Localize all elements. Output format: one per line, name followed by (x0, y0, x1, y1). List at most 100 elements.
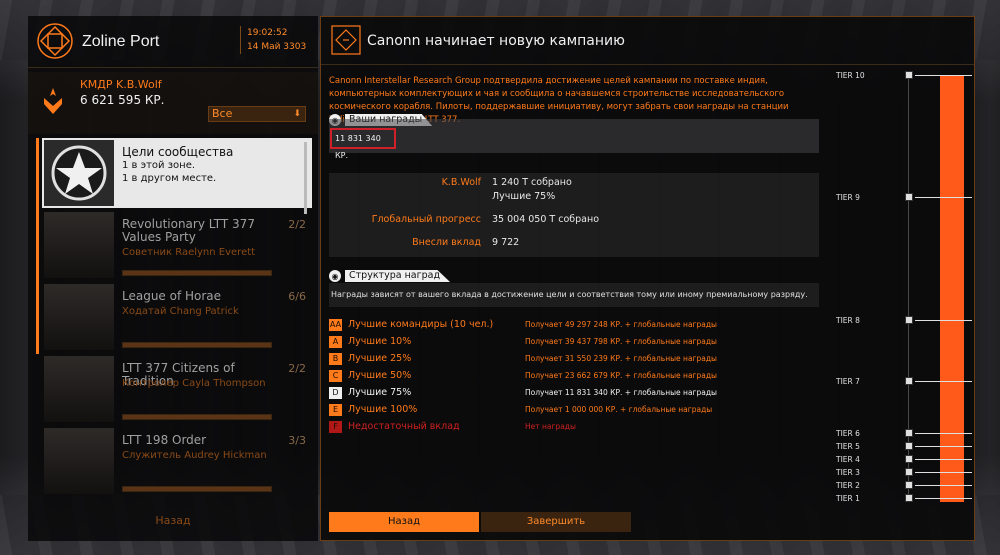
commander-name: КМДР K.B.Wolf (80, 78, 162, 91)
tier-line (915, 381, 972, 382)
tier-badge: D (329, 387, 342, 399)
tier-marker: TIER 9 (826, 193, 974, 203)
contact-portrait (44, 428, 114, 494)
goal-title: LTT 198 Order (122, 433, 207, 447)
tier-reward: Получает 49 297 248 КР. + глобальные наг… (525, 320, 717, 329)
list-accent-bar (36, 138, 39, 354)
goal-count: 3/3 (288, 434, 306, 447)
list-item[interactable]: LTT 377 Citizens of Tradition Контролер … (42, 354, 312, 424)
goal-contact: Советник Raelynn Everett (122, 247, 256, 258)
left-back-button[interactable]: Назад (28, 510, 318, 532)
tier-name: Лучшие 50% (348, 370, 412, 381)
structure-heading-label: Структура наград (345, 270, 451, 282)
station-emblem-icon (37, 23, 73, 59)
tier-label: TIER 1 (836, 494, 860, 503)
tier-badge: F (329, 421, 342, 433)
filter-dropdown[interactable]: Все ⬇ (208, 106, 306, 122)
tier-marker: TIER 1 (826, 494, 974, 504)
tier-marker: TIER 2 (826, 481, 974, 491)
tier-name: Лучшие командиры (10 чел.) (348, 319, 494, 330)
goal-progress-bar (122, 270, 272, 276)
tier-badge: A (329, 336, 342, 348)
reward-tier-row: AA Лучшие командиры (10 чел.) Получает 4… (329, 319, 819, 333)
tier-label: TIER 4 (836, 455, 860, 464)
tier-label: TIER 5 (836, 442, 860, 451)
tier-marker-icon (905, 455, 913, 463)
tier-marker: TIER 7 (826, 377, 974, 387)
tier-reward: Получает 31 550 239 КР. + глобальные наг… (525, 354, 717, 363)
list-item[interactable]: Revolutionary LTT 377 Values Party Совет… (42, 210, 312, 280)
reward-tier-row: A Лучшие 10% Получает 39 437 798 КР. + г… (329, 336, 819, 350)
tier-label: TIER 10 (836, 71, 865, 80)
goal-progress-bar (122, 486, 272, 492)
goal-title: League of Horae (122, 289, 222, 303)
filter-value: Все (212, 107, 233, 120)
tier-reward: Получает 23 662 679 КР. + глобальные наг… (525, 371, 717, 380)
tier-reward: Получает 1 000 000 КР. + глобальные нагр… (525, 405, 713, 414)
goal-count: 6/6 (288, 290, 306, 303)
campaign-header: Canonn начинает новую кампанию (321, 17, 974, 65)
list-item[interactable]: League of Horae Ходатай Chang Patrick 6/… (42, 282, 312, 352)
list-scrollbar[interactable] (304, 142, 307, 214)
campaign-diamond-icon (331, 25, 361, 55)
tier-line (915, 433, 972, 434)
tier-label: TIER 8 (836, 316, 860, 325)
campaign-title: Canonn начинает новую кампанию (367, 33, 625, 49)
tier-label: TIER 9 (836, 193, 860, 202)
tier-line (915, 446, 972, 447)
contact-portrait (44, 212, 114, 278)
back-button[interactable]: Назад (329, 512, 479, 532)
list-item[interactable]: Цели сообщества 1 в этой зоне. 1 в друго… (42, 138, 312, 208)
commander-card: КМДР K.B.Wolf 6 621 595 КР. (28, 72, 318, 134)
tier-marker: TIER 4 (826, 455, 974, 465)
structure-description: Награды зависят от вашего вклада в дости… (329, 283, 819, 307)
tier-label: TIER 7 (836, 377, 860, 386)
goal-title: Revolutionary LTT 377 Values Party (122, 217, 255, 244)
goal-list: Цели сообщества 1 в этой зоне. 1 в друго… (36, 134, 312, 504)
star-emblem-icon (51, 145, 107, 201)
tier-label: TIER 3 (836, 468, 860, 477)
stat-value-rank: Лучшие 75% (492, 191, 556, 202)
tier-line (915, 459, 972, 460)
goal-count: 2/2 (288, 362, 306, 375)
tier-line (915, 75, 972, 76)
goal-contact: Ходатай Chang Patrick (122, 306, 239, 317)
tier-marker-icon (905, 316, 913, 324)
goal-title: Цели сообщества (122, 145, 234, 159)
tier-marker-icon (905, 468, 913, 476)
tier-label: TIER 6 (836, 429, 860, 438)
reward-value: 11 831 340 КР. (330, 128, 396, 160)
tier-reward: Получает 11 831 340 КР. + глобальные наг… (525, 388, 717, 397)
station-name: Zoline Port (82, 33, 160, 50)
goal-local-count: 1 в этой зоне. (122, 160, 196, 171)
goal-contact: Контролер Cayla Thompson (122, 378, 266, 389)
goal-thumbnail (44, 140, 114, 206)
stats-box: K.B.Wolf 1 240 Т собрано Лучшие 75% Глоб… (329, 173, 819, 257)
reward-tier-row: C Лучшие 50% Получает 23 662 679 КР. + г… (329, 370, 819, 384)
tier-line (915, 498, 972, 499)
clock: 19:02:52 14 Май 3303 (240, 26, 312, 54)
tier-marker-icon (905, 481, 913, 489)
tier-marker: TIER 5 (826, 442, 974, 452)
goal-count: 2/2 (288, 218, 306, 231)
tier-marker-icon (905, 193, 913, 201)
tier-marker: TIER 3 (826, 468, 974, 478)
rewards-box: 11 831 340 КР. (329, 119, 819, 160)
tier-marker-icon (905, 71, 913, 79)
tier-badge: AA (329, 319, 342, 331)
tier-marker: TIER 10 (826, 71, 974, 81)
tier-name: Лучшие 25% (348, 353, 412, 364)
clock-date: 14 Май 3303 (247, 42, 307, 52)
tier-marker: TIER 6 (826, 429, 974, 439)
tier-line (915, 485, 972, 486)
stat-label-contributors: Внесли вклад (412, 237, 481, 248)
left-panel: Zoline Port 19:02:52 14 Май 3303 КМДР K.… (28, 16, 318, 541)
contact-portrait (44, 356, 114, 422)
stat-label-global: Глобальный прогресс (371, 214, 481, 225)
finish-button[interactable]: Завершить (481, 512, 631, 532)
tier-name: Лучшие 75% (348, 387, 412, 398)
stat-value-collected: 1 240 Т собрано (492, 177, 572, 188)
tier-reward: Получает 39 437 798 КР. + глобальные наг… (525, 337, 717, 346)
list-item[interactable]: LTT 198 Order Служитель Audrey Hickman 3… (42, 426, 312, 496)
commander-rank-icon (44, 88, 62, 114)
